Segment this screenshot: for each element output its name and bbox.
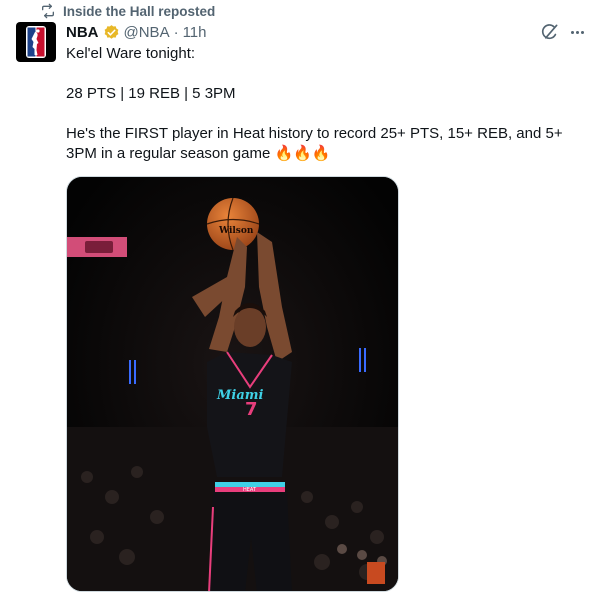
more-options-icon[interactable]: [567, 22, 587, 42]
tweet-media-photo[interactable]: Wilson Miami 7 HEAT: [66, 176, 399, 592]
tweet-line-3: He's the FIRST player in Heat history to…: [66, 125, 563, 142]
jersey-number: 7: [245, 399, 258, 420]
author-name[interactable]: NBA: [66, 24, 99, 41]
repost-indicator[interactable]: Inside the Hall reposted: [40, 2, 215, 20]
avatar[interactable]: [16, 22, 56, 62]
timestamp[interactable]: 11h: [183, 24, 207, 41]
nba-logo-icon: [26, 26, 46, 58]
tweet-header: NBA @NBA · 11h: [66, 22, 207, 42]
tweet-line-1: Kel'el Ware tonight:: [66, 45, 196, 62]
grok-icon[interactable]: [540, 22, 560, 42]
author-handle[interactable]: @NBA: [124, 24, 170, 41]
ball-text: Wilson: [218, 226, 254, 236]
tweet-line-2: 28 PTS | 19 REB | 5 3PM: [66, 85, 236, 102]
tweet-line-4-text: 3PM in a regular season game: [66, 145, 271, 162]
fire-emoji: 🔥🔥🔥: [274, 145, 331, 162]
repost-icon: [42, 3, 54, 19]
tweet-line-4: 3PM in a regular season game 🔥🔥🔥: [66, 144, 586, 164]
tweet-text: Kel'el Ware tonight: 28 PTS | 19 REB | 5…: [66, 44, 586, 164]
repost-label: Inside the Hall reposted: [63, 3, 216, 19]
player-photo: Wilson Miami 7 HEAT: [67, 177, 398, 591]
verified-badge-icon: [104, 24, 118, 39]
separator-dot: ·: [173, 23, 179, 41]
